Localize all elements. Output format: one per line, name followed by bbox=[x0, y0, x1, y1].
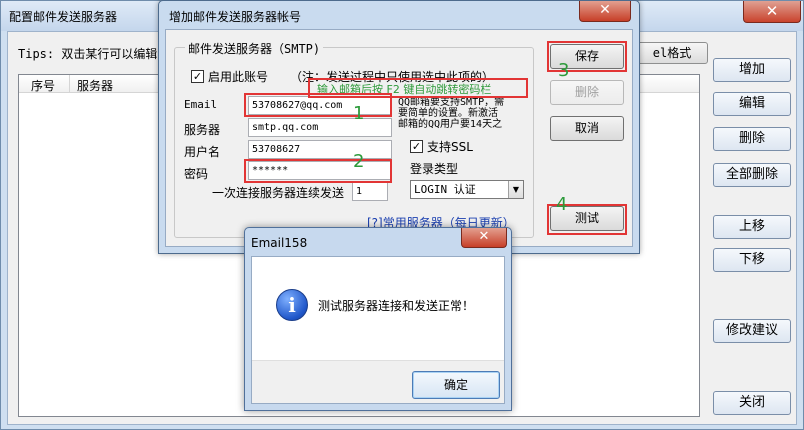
ok-button[interactable]: 确定 bbox=[412, 371, 500, 399]
dialog-client-area: 邮件发送服务器（SMTP) ✓ 启用此账号 （注：发送过程中只使用选中此项的） … bbox=[165, 29, 633, 247]
enable-account-checkbox[interactable]: ✓ bbox=[191, 70, 204, 83]
highlight-password bbox=[244, 159, 392, 183]
password-label: 密码 bbox=[184, 167, 209, 181]
message-box: Email158 ✕ i 测试服务器连接和发送正常！ 确定 bbox=[244, 227, 512, 411]
main-close-button[interactable]: ✕ bbox=[743, 1, 801, 23]
step-number-2: 2 bbox=[353, 151, 365, 172]
step-number-3: 3 bbox=[558, 60, 570, 81]
edit-button[interactable]: 编辑 bbox=[713, 92, 791, 116]
ssl-checkbox[interactable]: ✓ bbox=[410, 140, 423, 153]
qq-note-line-3: 邮箱的QQ用户要14天之 bbox=[398, 119, 503, 130]
enable-account-label: 启用此账号 bbox=[208, 70, 269, 84]
tips-text: Tips: 双击某行可以编辑或 bbox=[18, 47, 170, 61]
qq-note-line-2: 要简单的设置。新激活 bbox=[398, 108, 498, 119]
email-label: Email bbox=[184, 98, 218, 111]
smtp-group-title: 邮件发送服务器（SMTP) bbox=[185, 40, 324, 57]
add-button[interactable]: 增加 bbox=[713, 58, 791, 82]
column-separator[interactable] bbox=[69, 75, 70, 93]
column-header-index[interactable]: 序号 bbox=[31, 77, 55, 94]
message-box-client: i 测试服务器连接和发送正常！ 确定 bbox=[251, 256, 505, 404]
login-type-value: LOGIN 认证 bbox=[414, 183, 476, 196]
format-button-label: el格式 bbox=[652, 46, 692, 60]
close-button[interactable]: 关闭 bbox=[713, 391, 791, 415]
column-header-server[interactable]: 服务器 bbox=[77, 77, 113, 94]
ssl-label: 支持SSL bbox=[427, 140, 473, 154]
suggestion-button[interactable]: 修改建议 bbox=[713, 319, 791, 343]
consecutive-send-field[interactable]: 1 bbox=[352, 182, 388, 201]
highlight-email bbox=[244, 93, 392, 117]
info-icon: i bbox=[276, 289, 308, 321]
server-label: 服务器 bbox=[184, 123, 221, 137]
delete-button[interactable]: 删除 bbox=[713, 127, 791, 151]
username-label: 用户名 bbox=[184, 145, 221, 159]
delete-all-button[interactable]: 全部删除 bbox=[713, 163, 791, 187]
dialog-close-button[interactable]: ✕ bbox=[579, 1, 631, 22]
message-box-title: Email158 bbox=[251, 236, 308, 250]
step-number-4: 4 bbox=[556, 194, 568, 215]
move-down-button[interactable]: 下移 bbox=[713, 248, 791, 272]
message-box-close-button[interactable]: ✕ bbox=[461, 228, 507, 248]
dialog-title: 增加邮件发送服务器帐号 bbox=[169, 10, 302, 24]
username-field[interactable]: 53708627 bbox=[248, 140, 392, 159]
login-type-select[interactable]: LOGIN 认证 ▼ bbox=[410, 180, 524, 199]
format-button[interactable]: el格式 bbox=[636, 42, 708, 64]
qq-note-line-1: QQ邮箱要支持SMTP，需 bbox=[398, 97, 505, 108]
login-type-label: 登录类型 bbox=[410, 162, 459, 176]
message-text: 测试服务器连接和发送正常！ bbox=[318, 299, 475, 313]
cancel-button[interactable]: 取消 bbox=[550, 116, 624, 141]
step-number-1: 1 bbox=[353, 103, 365, 124]
server-field[interactable]: smtp.qq.com bbox=[248, 118, 392, 137]
consecutive-send-label: 一次连接服务器连续发送 bbox=[212, 186, 345, 200]
main-window-title: 配置邮件发送服务器 bbox=[9, 10, 118, 24]
chevron-down-icon[interactable]: ▼ bbox=[508, 181, 523, 198]
add-account-dialog: 增加邮件发送服务器帐号 ✕ 邮件发送服务器（SMTP) ✓ 启用此账号 （注：发… bbox=[158, 0, 640, 254]
dialog-delete-button: 删除 bbox=[550, 80, 624, 105]
move-up-button[interactable]: 上移 bbox=[713, 215, 791, 239]
message-box-footer: 确定 bbox=[252, 360, 504, 403]
